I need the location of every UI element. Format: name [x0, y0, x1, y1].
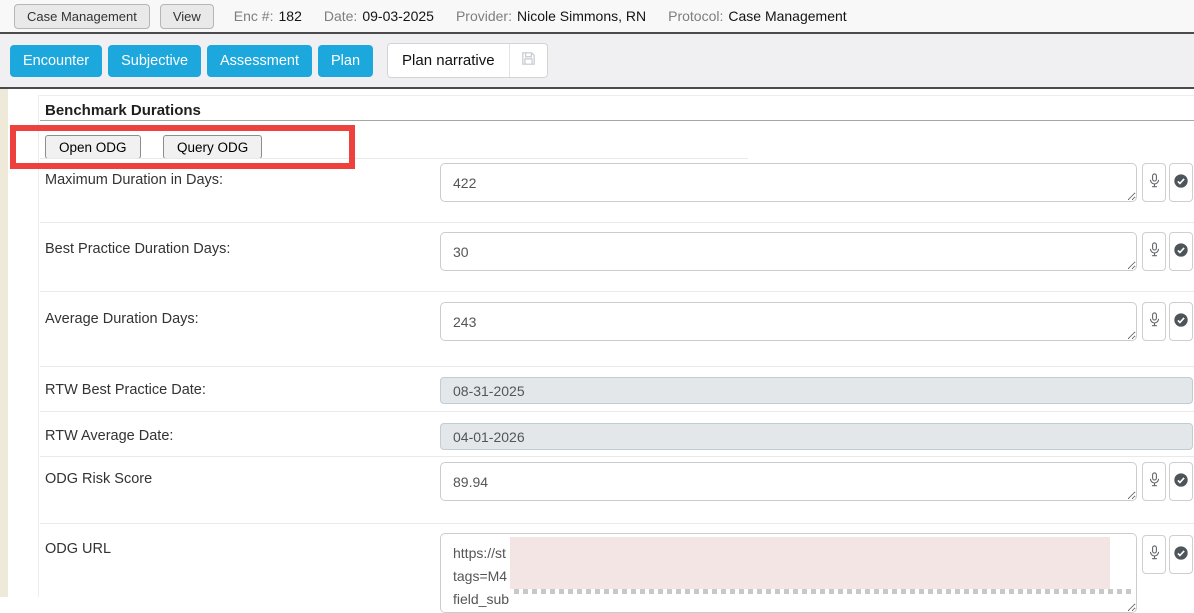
odg-risk-score-mic-button[interactable] [1142, 462, 1166, 501]
checkmark-icon [1173, 312, 1189, 331]
odg-url-label: ODG URL [45, 541, 111, 557]
panel-top-border [38, 95, 1194, 96]
microphone-icon [1148, 241, 1161, 262]
panel-left-border [38, 95, 39, 597]
rtw-best-practice-date-label: RTW Best Practice Date: [45, 382, 206, 398]
encounter-date-value: 09-03-2025 [362, 8, 434, 24]
average-duration-mic-button[interactable] [1142, 302, 1166, 341]
redaction-overlay [510, 537, 1110, 589]
open-odg-button[interactable]: Open ODG [45, 135, 141, 159]
row-divider [40, 366, 1194, 367]
view-button[interactable]: View [160, 4, 214, 29]
tab-assessment[interactable]: Assessment [207, 45, 312, 77]
nav-toolbar: Encounter Subjective Assessment Plan Pla… [0, 34, 1194, 89]
best-practice-duration-label: Best Practice Duration Days: [45, 241, 230, 257]
max-duration-mic-button[interactable] [1142, 163, 1166, 202]
top-bar: Case Management View Enc #: 182 Date: 09… [0, 0, 1194, 34]
microphone-icon [1148, 471, 1161, 492]
row-divider [40, 523, 1194, 524]
best-practice-duration-input[interactable]: 30 [440, 232, 1137, 271]
odg-risk-score-label: ODG Risk Score [45, 471, 152, 487]
encounter-date-label: Date: [324, 8, 357, 24]
odg-risk-score-confirm-button[interactable] [1169, 462, 1193, 501]
checkmark-icon [1173, 173, 1189, 192]
encounter-number: Enc #: 182 [234, 8, 302, 24]
checkmark-icon [1173, 242, 1189, 261]
checkmark-icon [1173, 545, 1189, 564]
provider-value: Nicole Simmons, RN [517, 8, 646, 24]
average-duration-confirm-button[interactable] [1169, 302, 1193, 341]
row-divider [40, 291, 1194, 292]
floppy-disk-icon [520, 50, 537, 72]
protocol-info: Protocol: Case Management [668, 8, 847, 24]
best-practice-duration-mic-button[interactable] [1142, 232, 1166, 271]
row-divider [40, 456, 1194, 457]
odg-risk-score-input[interactable]: 89.94 [440, 462, 1137, 501]
rtw-average-date-label: RTW Average Date: [45, 428, 173, 444]
tab-encounter[interactable]: Encounter [10, 45, 102, 77]
best-practice-duration-confirm-button[interactable] [1169, 232, 1193, 271]
microphone-icon [1148, 311, 1161, 332]
odg-url-confirm-button[interactable] [1169, 535, 1193, 574]
max-duration-input[interactable]: 422 [440, 163, 1137, 202]
encounter-date: Date: 09-03-2025 [324, 8, 434, 24]
row-divider [40, 411, 1194, 412]
rtw-best-practice-date-input[interactable] [440, 377, 1193, 404]
max-duration-label: Maximum Duration in Days: [45, 172, 223, 188]
protocol-label: Protocol: [668, 8, 723, 24]
left-margin-strip [0, 89, 8, 597]
tab-subjective[interactable]: Subjective [108, 45, 201, 77]
button-row-divider [40, 158, 748, 159]
rtw-average-date-input[interactable] [440, 423, 1193, 450]
max-duration-confirm-button[interactable] [1169, 163, 1193, 202]
plan-narrative-button[interactable]: Plan narrative [388, 44, 509, 77]
row-divider [40, 222, 1194, 223]
section-title-underline [40, 120, 1194, 121]
provider-info: Provider: Nicole Simmons, RN [456, 8, 646, 24]
case-management-button[interactable]: Case Management [14, 4, 150, 29]
encounter-number-value: 182 [279, 8, 302, 24]
microphone-icon [1148, 544, 1161, 565]
query-odg-button[interactable]: Query ODG [163, 135, 262, 159]
provider-label: Provider: [456, 8, 512, 24]
microphone-icon [1148, 172, 1161, 193]
average-duration-label: Average Duration Days: [45, 311, 199, 327]
average-duration-input[interactable]: 243 [440, 302, 1137, 341]
tab-plan[interactable]: Plan [318, 45, 373, 77]
plan-narrative-group: Plan narrative [387, 43, 548, 78]
section-title: Benchmark Durations [45, 102, 201, 119]
protocol-value: Case Management [728, 8, 846, 24]
redacted-text-fragments [514, 589, 1132, 594]
checkmark-icon [1173, 472, 1189, 491]
odg-url-mic-button[interactable] [1142, 535, 1166, 574]
encounter-number-label: Enc #: [234, 8, 274, 24]
save-narrative-button[interactable] [510, 44, 547, 77]
encounter-info: Enc #: 182 Date: 09-03-2025 Provider: Ni… [234, 8, 847, 24]
